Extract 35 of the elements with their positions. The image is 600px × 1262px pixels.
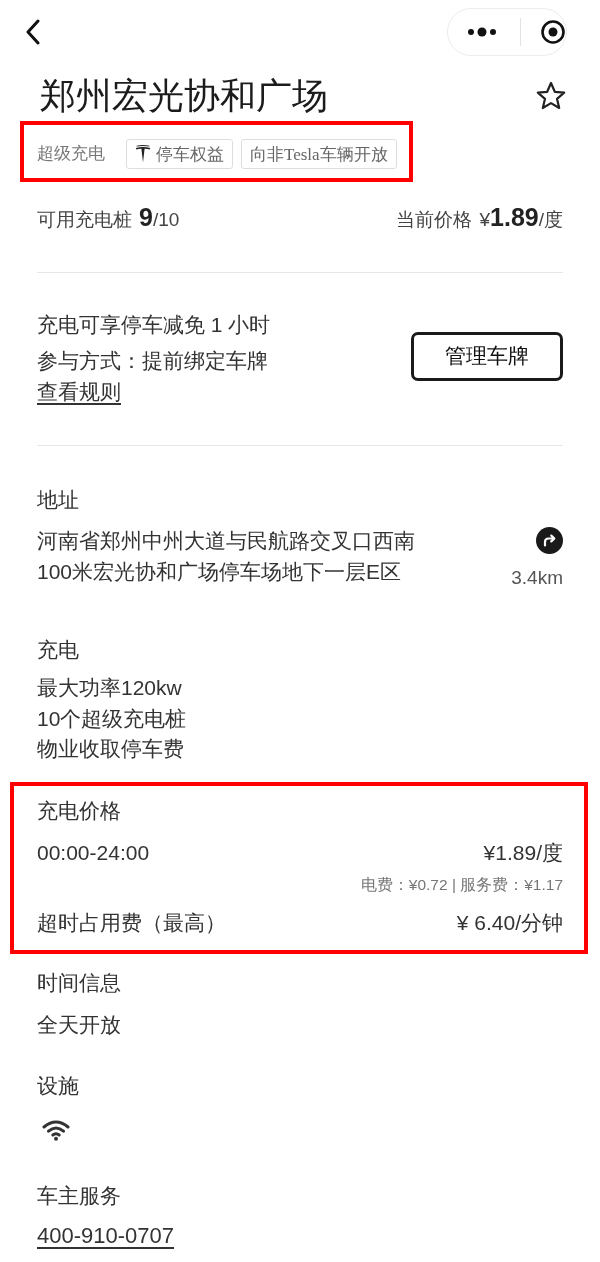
charging-info: 最大功率120kw <box>37 675 183 701</box>
tag-text: 超级充电 <box>37 143 105 165</box>
price-label: 当前价格 <box>396 208 473 232</box>
tag-label: 停车权益 <box>156 143 224 166</box>
price-period: 超时占用费（最高） <box>37 909 226 936</box>
hours-text: 全天开放 <box>37 1011 122 1038</box>
wifi-icon <box>42 1118 70 1141</box>
section-title: 时间信息 <box>37 969 122 996</box>
available-label: 可用充电桩 <box>37 208 132 232</box>
manage-plates-button[interactable]: 管理车牌 <box>411 331 563 381</box>
available-count: 9/10 <box>139 203 180 232</box>
price-period: 00:00-24:00 <box>37 839 150 866</box>
current-price: ¥1.89/度 <box>479 203 563 233</box>
rules-link[interactable]: 查看规则 <box>37 379 121 405</box>
back-icon[interactable] <box>25 19 41 45</box>
parking-info: 参与方式：提前绑定车牌 <box>37 348 269 374</box>
more-icon[interactable] <box>467 27 497 37</box>
price-value: ¥1.89/度 <box>483 839 563 866</box>
parking-info: 充电可享停车减免 1 小时 <box>37 312 271 338</box>
ring-dot-icon[interactable] <box>541 20 565 44</box>
section-title: 充电价格 <box>37 797 122 824</box>
price-breakdown: 电费：¥0.72 | 服务费：¥1.17 <box>360 874 563 895</box>
distance-text: 3.4km <box>511 566 563 590</box>
address-text: 河南省郑州中州大道与民航路交叉口西南100米宏光协和广场停车场地下一层E区 <box>37 528 416 585</box>
phone-link[interactable]: 400-910-0707 <box>37 1220 174 1251</box>
section-title: 设施 <box>37 1072 80 1099</box>
section-title: 车主服务 <box>37 1182 122 1209</box>
charging-info: 物业收取停车费 <box>37 736 185 762</box>
section-title: 充电 <box>37 637 80 663</box>
price-value: ¥ 6.40/分钟 <box>456 909 563 936</box>
section-title: 地址 <box>37 487 80 513</box>
tag: 向非Tesla车辆开放 <box>241 139 397 169</box>
charging-info: 10个超级充电桩 <box>37 705 188 732</box>
star-icon[interactable] <box>536 81 566 111</box>
station-title: 郑州宏光协和广场 <box>40 74 328 118</box>
